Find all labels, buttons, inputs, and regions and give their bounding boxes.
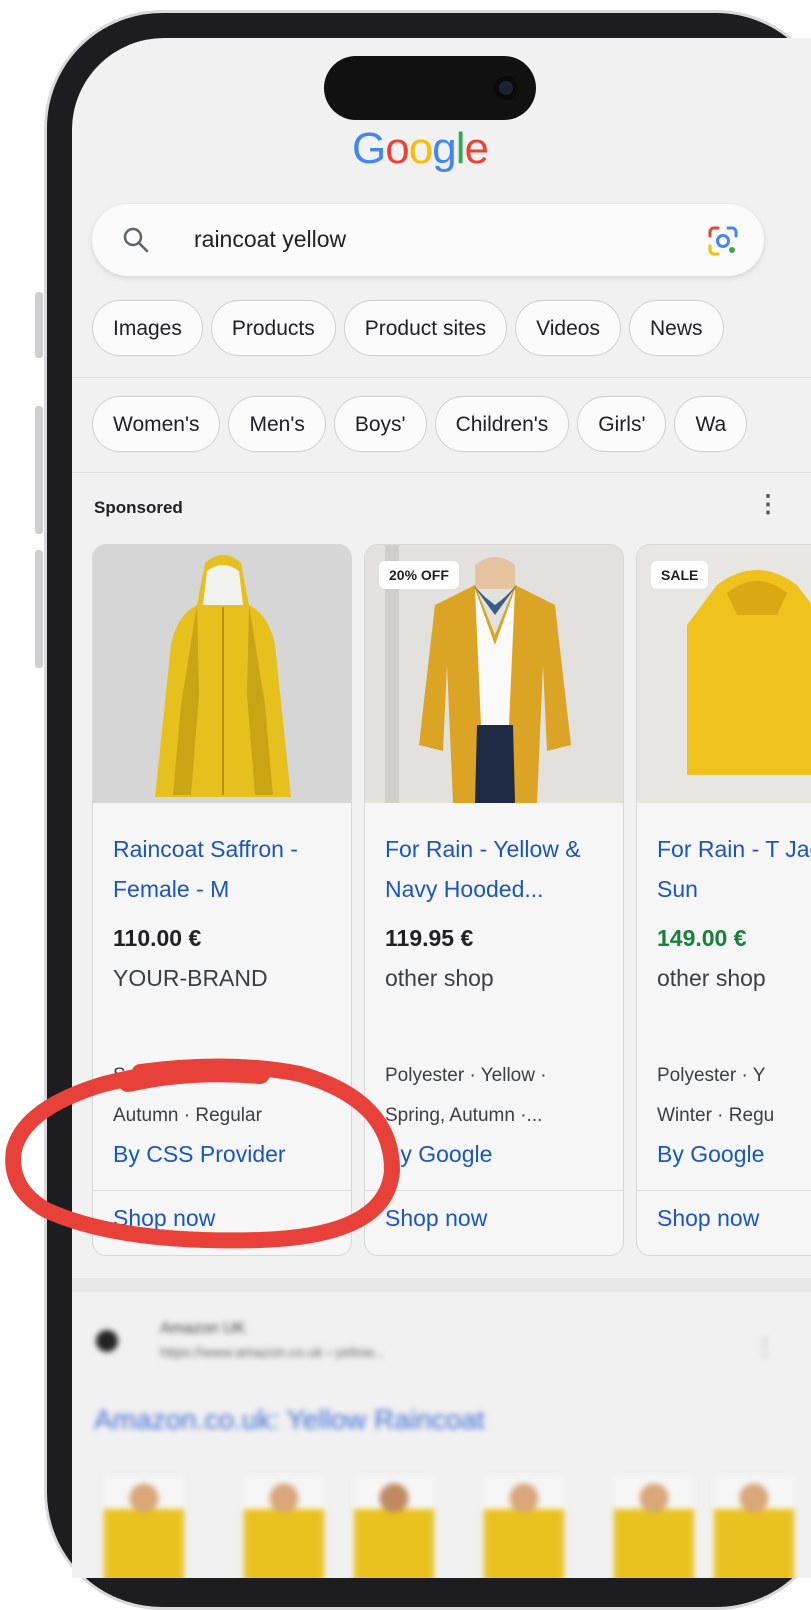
category-chip-childrens[interactable]: Children's bbox=[434, 396, 570, 452]
dynamic-island bbox=[324, 56, 536, 120]
filter-chip-products[interactable]: Products bbox=[210, 300, 336, 356]
product-image[interactable] bbox=[93, 545, 351, 803]
product-attributes: Polyester · Yellow · bbox=[385, 1065, 547, 1086]
filter-chip-videos[interactable]: Videos bbox=[515, 300, 621, 356]
camera-icon bbox=[494, 76, 518, 100]
product-image[interactable]: SALE bbox=[637, 545, 811, 803]
search-filter-chips: Images Products Product sites Videos News bbox=[92, 300, 732, 360]
discount-badge: 20% OFF bbox=[379, 561, 459, 589]
product-price: 110.00 € bbox=[113, 925, 202, 951]
filter-chip-news[interactable]: News bbox=[628, 300, 724, 356]
divider bbox=[72, 472, 811, 473]
search-bar[interactable]: raincoat yellow bbox=[92, 204, 764, 276]
divider bbox=[365, 1190, 623, 1191]
result-site-name[interactable]: Amazon UK bbox=[160, 1320, 245, 1338]
merchant-name: other shop bbox=[657, 965, 766, 991]
category-chip-more[interactable]: Wa bbox=[674, 396, 748, 452]
category-chip-womens[interactable]: Women's bbox=[92, 396, 221, 452]
product-attributes: S bbox=[113, 1065, 126, 1086]
category-chip-boys[interactable]: Boys' bbox=[333, 396, 427, 452]
google-logo: Google bbox=[352, 124, 489, 173]
divider bbox=[72, 377, 811, 378]
product-attributes: Autumn · Regular bbox=[113, 1105, 262, 1126]
result-title[interactable]: Amazon.co.uk: Yellow Raincoat bbox=[94, 1404, 485, 1436]
google-lens-icon[interactable] bbox=[706, 224, 740, 258]
product-title[interactable]: For Rain - Yellow & Navy Hooded... bbox=[385, 829, 615, 909]
sponsored-label: Sponsored bbox=[94, 498, 183, 517]
product-card[interactable]: SALE For Rain - T Jacket Sun 149.00 € ot… bbox=[636, 544, 811, 1256]
css-provider-link[interactable]: By CSS Provider bbox=[113, 1141, 286, 1168]
divider bbox=[93, 1190, 351, 1191]
category-chip-mens[interactable]: Men's bbox=[228, 396, 326, 452]
product-attributes: Spring, Autumn ·... bbox=[385, 1105, 543, 1126]
category-chip-girls[interactable]: Girls' bbox=[577, 396, 667, 452]
merchant-name: YOUR-BRAND bbox=[113, 965, 268, 991]
sale-badge: SALE bbox=[651, 561, 709, 589]
product-attributes: Polyester · Y bbox=[657, 1065, 766, 1086]
merchant-name: other shop bbox=[385, 965, 494, 991]
shop-now-link[interactable]: Shop now bbox=[113, 1205, 215, 1232]
product-card[interactable]: Raincoat Saffron - Female - M 110.00 € Y… bbox=[92, 544, 352, 1256]
product-image[interactable]: 20% OFF bbox=[365, 545, 623, 803]
product-price: 149.00 € bbox=[657, 925, 747, 951]
search-input[interactable]: raincoat yellow bbox=[194, 226, 346, 253]
product-title[interactable]: Raincoat Saffron - Female - M bbox=[113, 829, 343, 909]
product-title[interactable]: For Rain - T Jacket Sun bbox=[657, 829, 811, 909]
filter-chip-product-sites[interactable]: Product sites bbox=[343, 300, 508, 356]
shop-now-link[interactable]: Shop now bbox=[657, 1205, 759, 1232]
phone-screen: Google raincoat yellow Images Products Pro… bbox=[72, 38, 811, 1578]
product-price: 119.95 € bbox=[385, 925, 474, 951]
section-divider bbox=[72, 1278, 811, 1292]
phone-volume-down bbox=[35, 550, 43, 668]
search-icon[interactable] bbox=[120, 224, 152, 256]
site-favicon bbox=[96, 1330, 118, 1352]
filter-chip-images[interactable]: Images bbox=[92, 300, 203, 356]
phone-side-button bbox=[35, 292, 43, 358]
product-card[interactable]: 20% OFF For Rain - Yellow & Navy Hooded.… bbox=[364, 544, 624, 1256]
css-provider-link[interactable]: By Google bbox=[657, 1141, 764, 1168]
phone-volume-up bbox=[35, 406, 43, 534]
result-image-strip[interactable] bbox=[94, 1462, 794, 1578]
divider bbox=[637, 1190, 811, 1191]
result-url[interactable]: https://www.amazon.co.uk › yellow... bbox=[160, 1344, 385, 1360]
more-options-icon[interactable]: ⋮ bbox=[754, 1334, 776, 1360]
raincoat-image bbox=[93, 545, 351, 803]
shop-now-link[interactable]: Shop now bbox=[385, 1205, 487, 1232]
category-chips: Women's Men's Boys' Children's Girls' Wa bbox=[92, 396, 755, 456]
product-attributes: Winter · Regu bbox=[657, 1105, 775, 1126]
css-provider-link[interactable]: By Google bbox=[385, 1141, 492, 1168]
more-options-icon[interactable]: ⋮ bbox=[756, 490, 780, 519]
